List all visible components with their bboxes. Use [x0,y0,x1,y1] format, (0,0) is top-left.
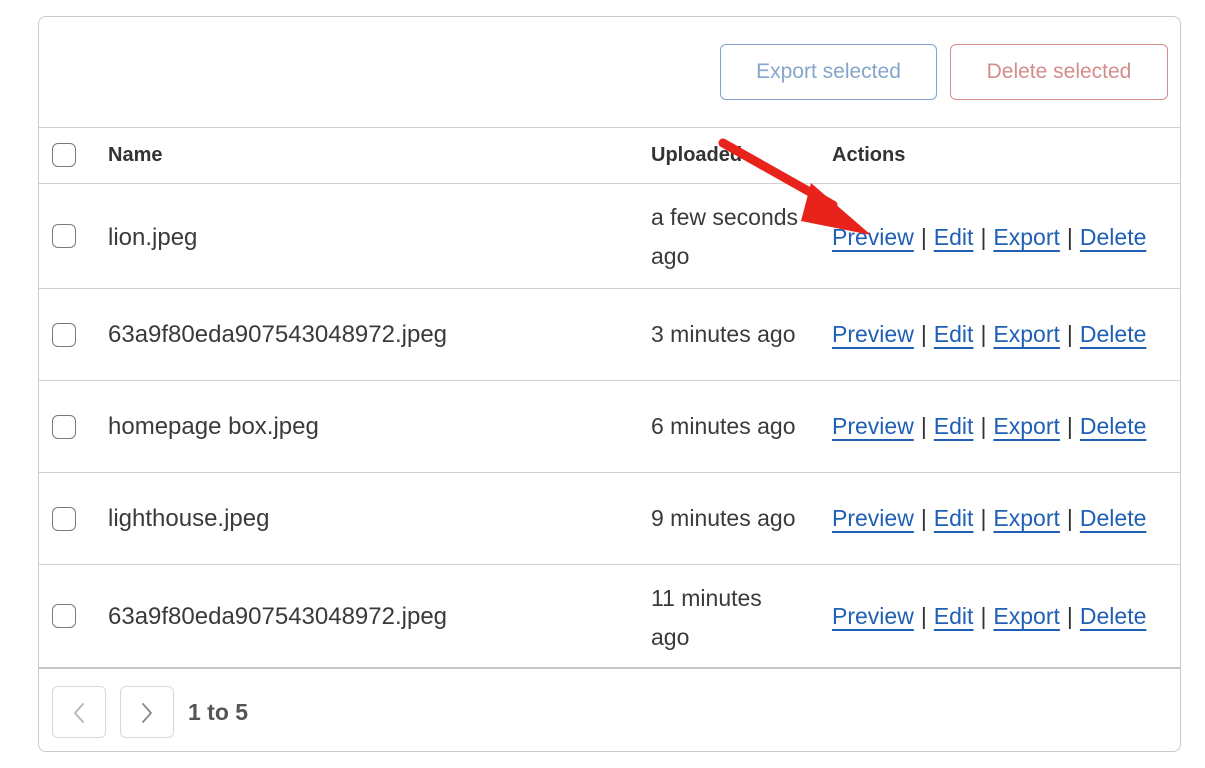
chevron-right-icon [142,703,152,723]
row-checkbox[interactable] [52,415,76,439]
uploaded-time: 9 minutes ago [651,505,796,531]
file-name: 63a9f80eda907543048972.jpeg [108,321,448,348]
file-name: 63a9f80eda907543048972.jpeg [108,603,448,630]
export-link[interactable]: Export [993,321,1059,347]
uploaded-time: 3 minutes ago [651,321,796,347]
delete-link[interactable]: Delete [1080,603,1146,629]
action-separator: | [1066,505,1073,531]
action-separator: | [920,321,927,347]
row-checkbox[interactable] [52,604,76,628]
preview-link[interactable]: Preview [832,321,914,347]
action-separator: | [920,505,927,531]
preview-link[interactable]: Preview [832,413,914,439]
export-link[interactable]: Export [993,413,1059,439]
export-link[interactable]: Export [993,603,1059,629]
delete-link[interactable]: Delete [1080,413,1146,439]
delete-link[interactable]: Delete [1080,505,1146,531]
column-header-name: Name [108,144,163,166]
action-separator: | [980,321,987,347]
file-name: lighthouse.jpeg [108,505,270,532]
table-row: 63a9f80eda907543048972.jpeg 11 minutes a… [39,565,1180,667]
table-row: lion.jpeg a few seconds ago Preview | Edit… [39,184,1180,289]
row-checkbox[interactable] [52,224,76,248]
row-checkbox[interactable] [52,323,76,347]
action-separator: | [980,603,987,629]
row-actions: Preview | Edit | Export | Delete [832,321,1146,348]
delete-link[interactable]: Delete [1080,321,1146,347]
export-selected-button[interactable]: Export selected [720,44,937,100]
action-separator: | [1066,224,1073,250]
edit-link[interactable]: Edit [934,224,974,250]
preview-link[interactable]: Preview [832,505,914,531]
action-separator: | [980,224,987,250]
action-separator: | [1066,413,1073,439]
file-name: lion.jpeg [108,224,198,251]
delete-selected-button[interactable]: Delete selected [950,44,1168,100]
edit-link[interactable]: Edit [934,413,974,439]
row-actions: Preview | Edit | Export | Delete [832,505,1146,532]
action-separator: | [1066,603,1073,629]
edit-link[interactable]: Edit [934,321,974,347]
row-actions: Preview | Edit | Export | Delete [832,603,1146,630]
pagination-range: 1 to 5 [188,699,249,725]
annotation-arrow-icon [718,138,871,235]
row-actions: Preview | Edit | Export | Delete [832,413,1146,440]
files-table-panel: Export selected Delete selected Name Upl… [38,16,1181,752]
action-separator: | [980,413,987,439]
table-header-row: Name Uploaded Actions [39,127,1180,184]
preview-link[interactable]: Preview [832,603,914,629]
edit-link[interactable]: Edit [934,603,974,629]
pagination-bar: 1 to 5 [39,667,1180,751]
file-name: homepage box.jpeg [108,413,319,440]
previous-page-button[interactable] [52,686,106,738]
chevron-left-icon [74,703,84,723]
row-checkbox[interactable] [52,507,76,531]
table-row: 63a9f80eda907543048972.jpeg 3 minutes ag… [39,289,1180,381]
action-separator: | [920,224,927,250]
uploaded-time: 6 minutes ago [651,413,796,439]
action-separator: | [1066,321,1073,347]
action-separator: | [920,413,927,439]
export-link[interactable]: Export [993,224,1059,250]
action-separator: | [980,505,987,531]
table-row: homepage box.jpeg 6 minutes ago Preview |… [39,381,1180,473]
export-link[interactable]: Export [993,505,1059,531]
action-separator: | [920,603,927,629]
next-page-button[interactable] [120,686,174,738]
select-all-checkbox[interactable] [52,143,76,167]
delete-link[interactable]: Delete [1080,224,1146,250]
edit-link[interactable]: Edit [934,505,974,531]
table-row: lighthouse.jpeg 9 minutes ago Preview | Ed… [39,473,1180,565]
table-toolbar: Export selected Delete selected [39,17,1180,128]
uploaded-time: 11 minutes ago [651,585,762,650]
